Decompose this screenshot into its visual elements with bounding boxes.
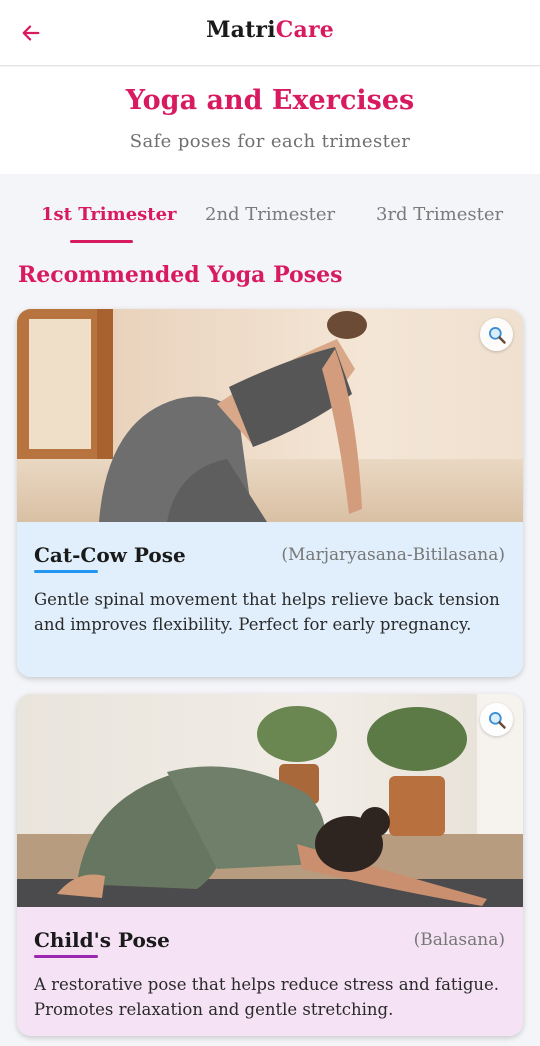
pose-name: Child's Pose [34, 928, 170, 952]
pose-image-cat-cow [17, 309, 523, 522]
trimester-tabs: 1st Trimester 2nd Trimester 3rd Trimeste… [0, 174, 540, 248]
pose-image-childs-pose [17, 694, 523, 907]
pose-description: A restorative pose that helps reduce str… [34, 975, 500, 1019]
pose-sanskrit-name: (Balasana) [413, 930, 505, 950]
pose-info-cat-cow: Cat-Cow Pose (Marjaryasana-Bitilasana) G… [17, 522, 523, 677]
pose-name: Cat-Cow Pose [34, 543, 186, 567]
section-title: Recommended Yoga Poses [18, 262, 343, 288]
pose-card-childs-pose[interactable]: Child's Pose (Balasana) A restorative po… [17, 694, 523, 1036]
pose-name-underline [34, 955, 98, 958]
brand-part-1: Matri [206, 17, 276, 43]
tab-2nd-trimester[interactable]: 2nd Trimester [205, 204, 335, 225]
app-bar: MatriCare [0, 0, 540, 66]
app-logo: MatriCare [0, 17, 540, 43]
magnifier-icon [488, 326, 506, 344]
pose-description: Gentle spinal movement that helps reliev… [34, 590, 500, 634]
active-tab-indicator [70, 240, 133, 243]
page-header: Yoga and Exercises Safe poses for each t… [0, 67, 540, 174]
pose-sanskrit-name: (Marjaryasana-Bitilasana) [281, 545, 505, 565]
tab-3rd-trimester[interactable]: 3rd Trimester [376, 204, 503, 225]
page-subtitle: Safe poses for each trimester [129, 131, 411, 152]
pose-card-cat-cow[interactable]: Cat-Cow Pose (Marjaryasana-Bitilasana) G… [17, 309, 523, 677]
page-title: Yoga and Exercises [125, 85, 415, 116]
pose-info-childs-pose: Child's Pose (Balasana) A restorative po… [17, 907, 523, 1036]
brand-part-2: Care [275, 17, 334, 43]
magnifier-icon [488, 711, 506, 729]
zoom-button[interactable] [480, 318, 513, 351]
tab-1st-trimester[interactable]: 1st Trimester [41, 204, 177, 225]
pose-name-underline [34, 570, 98, 573]
zoom-button[interactable] [480, 703, 513, 736]
